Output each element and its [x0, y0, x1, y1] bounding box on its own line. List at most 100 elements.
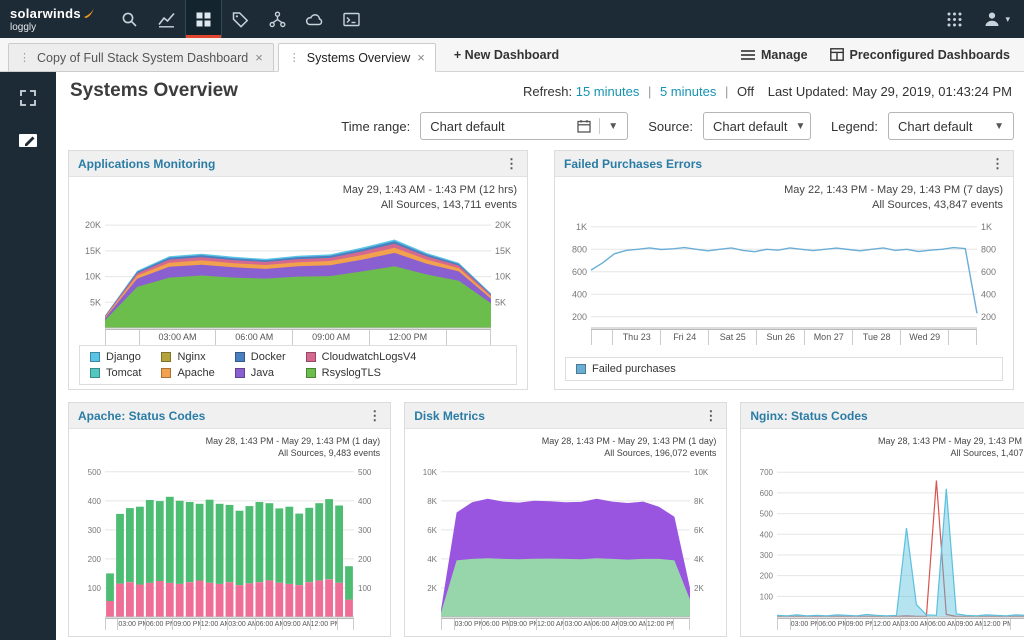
- svg-text:200: 200: [88, 555, 102, 564]
- archiving-icon[interactable]: [296, 0, 333, 38]
- x-axis-label: 06:00 PM: [481, 619, 508, 630]
- chart-subtitle: May 28, 1:43 PM - May 29, 1:43 PM (1 day…: [79, 435, 380, 459]
- tab-label: Systems Overview: [307, 51, 411, 65]
- svg-text:500: 500: [358, 468, 372, 477]
- svg-text:20K: 20K: [495, 220, 511, 230]
- apps-grid-icon[interactable]: [946, 11, 963, 28]
- panel-menu-icon[interactable]: ⋮: [704, 409, 717, 422]
- brand-line1: solarwinds: [10, 6, 81, 21]
- svg-text:100: 100: [760, 593, 774, 602]
- svg-text:500: 500: [88, 468, 102, 477]
- svg-text:10K: 10K: [423, 468, 438, 477]
- dashboards-icon[interactable]: [185, 0, 222, 38]
- x-axis: 03:00 PM06:00 PM09:00 PM12:00 AM03:00 AM…: [441, 618, 690, 630]
- chart-controls: Time range: Chart default ▼ Source: Char…: [68, 112, 1014, 140]
- legend-label: Legend:: [831, 119, 878, 134]
- x-axis-label: Thu 23: [612, 330, 660, 345]
- legend-swatch: [235, 368, 245, 378]
- svg-text:700: 700: [760, 468, 774, 477]
- svg-text:6K: 6K: [694, 526, 704, 535]
- manage-button[interactable]: Manage: [741, 48, 808, 62]
- svg-text:200: 200: [358, 555, 372, 564]
- new-dashboard-button[interactable]: + New Dashboard: [440, 48, 573, 62]
- svg-text:100: 100: [358, 584, 372, 593]
- panel-apache-status-codes: Apache: Status Codes ⋮ May 28, 1:43 PM -…: [68, 402, 391, 637]
- panel-menu-icon[interactable]: ⋮: [368, 409, 381, 422]
- x-axis-stub: [777, 619, 789, 630]
- svg-text:1K: 1K: [981, 221, 992, 231]
- chart-title: Applications Monitoring: [78, 157, 215, 171]
- user-menu[interactable]: ▾: [983, 10, 1010, 28]
- svg-text:5K: 5K: [90, 297, 101, 307]
- source-setup-icon[interactable]: [259, 0, 296, 38]
- source-label: Source:: [648, 119, 693, 134]
- svg-text:300: 300: [358, 526, 372, 535]
- svg-text:600: 600: [572, 266, 587, 276]
- brand-line2: loggly: [10, 22, 95, 33]
- time-range-select[interactable]: Chart default ▼: [420, 112, 628, 140]
- refresh-off-option[interactable]: Off: [737, 84, 754, 99]
- solarwinds-loggly-logo: solarwinds loggly: [0, 0, 111, 38]
- apache-status-codes-chart: 100100200200300300400400500500: [77, 460, 382, 618]
- edit-dashboard-icon[interactable]: [17, 130, 39, 150]
- drag-grip-icon: ⋮: [289, 51, 300, 64]
- legend-select[interactable]: Chart default ▼: [888, 112, 1014, 140]
- chart-subtitle: May 28, 1:43 PM - May 29, 1:43 PM (1 day…: [415, 435, 716, 459]
- last-updated-text: Last Updated: May 29, 2019, 01:43:24 PM: [768, 84, 1012, 99]
- chart-legend: Failed purchases: [565, 357, 1003, 381]
- charts-icon[interactable]: [148, 0, 185, 38]
- legend-swatch: [235, 352, 245, 362]
- svg-text:1K: 1K: [576, 221, 587, 231]
- source-select[interactable]: Chart default ▼: [703, 112, 811, 140]
- tab-close-icon[interactable]: ×: [255, 51, 263, 64]
- svg-text:400: 400: [572, 289, 587, 299]
- svg-text:10K: 10K: [694, 468, 709, 477]
- chart-subtitle: May 28, 1:43 PM - May 29, 1:43 PM (1 day…: [751, 435, 1024, 459]
- legend-item: Tomcat: [90, 367, 141, 379]
- chevron-down-icon: ▼: [994, 121, 1004, 132]
- flame-icon: [83, 7, 95, 19]
- tags-icon[interactable]: [222, 0, 259, 38]
- panel-failed-purchases-errors: Failed Purchases Errors ⋮ May 22, 1:43 P…: [554, 150, 1014, 390]
- x-axis-label: 09:00 AM: [292, 330, 369, 345]
- legend-item: Java: [235, 367, 286, 379]
- refresh-15-link[interactable]: 15 minutes: [576, 84, 640, 99]
- chart-title: Nginx: Status Codes: [750, 409, 867, 423]
- main-content: Systems Overview Refresh: 15 minutes | 5…: [56, 72, 1024, 640]
- x-axis-label: Wed 29: [900, 330, 948, 345]
- x-axis-label: Sat 25: [708, 330, 756, 345]
- calendar-icon: [577, 119, 591, 133]
- legend-item: Docker: [235, 351, 286, 363]
- x-axis-label: 06:00 AM: [215, 330, 292, 345]
- x-axis-label: 09:00 PM: [172, 619, 199, 630]
- fullscreen-icon[interactable]: [18, 88, 38, 108]
- legend-swatch: [161, 368, 171, 378]
- failed-purchases-chart: 2002004004006006008008001K1K: [563, 214, 1005, 329]
- x-axis-label: 12:00 PM: [369, 330, 446, 345]
- svg-text:400: 400: [358, 497, 372, 506]
- tab-copy-of-full-stack-system-dashboard[interactable]: ⋮ Copy of Full Stack System Dashboard ×: [8, 43, 274, 72]
- tab-systems-overview[interactable]: ⋮ Systems Overview ×: [278, 43, 436, 72]
- search-icon[interactable]: [111, 0, 148, 38]
- panel-menu-icon[interactable]: ⋮: [505, 157, 518, 170]
- x-axis-label: 09:00 PM: [845, 619, 872, 630]
- panel-applications-monitoring: Applications Monitoring ⋮ May 29, 1:43 A…: [68, 150, 528, 390]
- page-title: Systems Overview: [70, 80, 238, 102]
- preconfigured-dashboards-button[interactable]: Preconfigured Dashboards: [830, 48, 1010, 62]
- left-sidebar: [0, 72, 56, 640]
- legend-swatch: [576, 364, 586, 374]
- live-tail-icon[interactable]: [333, 0, 370, 38]
- x-axis-stub: [673, 619, 689, 630]
- x-axis-stub: [337, 619, 353, 630]
- svg-text:6K: 6K: [427, 526, 437, 535]
- x-axis-stub: [105, 330, 139, 345]
- legend-swatch: [306, 352, 316, 362]
- chart-subtitle: May 29, 1:43 AM - 1:43 PM (12 hrs) All S…: [79, 183, 517, 213]
- refresh-5-link[interactable]: 5 minutes: [660, 84, 716, 99]
- x-axis-label: Fri 24: [660, 330, 708, 345]
- tab-close-icon[interactable]: ×: [417, 51, 425, 64]
- list-icon: [741, 49, 755, 61]
- x-axis-label: 03:00 PM: [790, 619, 817, 630]
- time-range-label: Time range:: [341, 119, 410, 134]
- panel-menu-icon[interactable]: ⋮: [991, 157, 1004, 170]
